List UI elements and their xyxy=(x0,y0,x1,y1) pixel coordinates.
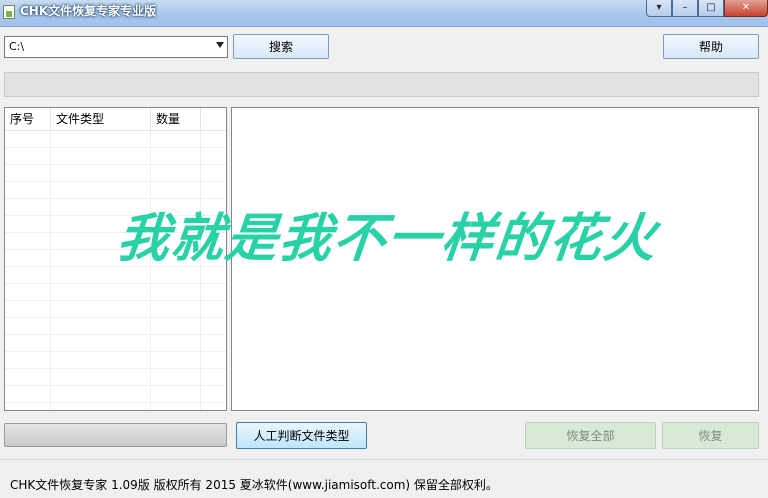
app-icon xyxy=(3,5,15,19)
status-bar: CHK文件恢复专家 1.09版 版权所有 2015 夏冰软件(www.jiami… xyxy=(0,459,768,498)
window-title: CHK文件恢复专家专业版 xyxy=(20,4,157,18)
column-header-index[interactable]: 序号 xyxy=(5,108,51,130)
maximize-button[interactable]: □ xyxy=(698,0,724,17)
copyright-text: CHK文件恢复专家 1.09版 版权所有 2015 夏冰软件(www.jiami… xyxy=(10,478,498,492)
window-controls: ▾ – □ ✕ xyxy=(646,0,768,19)
manual-file-type-button[interactable]: 人工判断文件类型 xyxy=(236,422,367,449)
minimize-button[interactable]: – xyxy=(672,0,698,17)
progress-bar xyxy=(4,423,227,447)
column-header-count[interactable]: 数量 xyxy=(151,108,201,130)
title-bar: CHK文件恢复专家专业版 ▾ – □ ✕ xyxy=(0,0,768,27)
watermark-overlay: 我就是我不一样的花火 xyxy=(114,209,661,269)
list-header: 序号 文件类型 数量 xyxy=(5,108,226,131)
drive-select[interactable]: C:\ xyxy=(4,36,228,58)
path-display xyxy=(4,72,759,97)
menu-dropdown-icon[interactable]: ▾ xyxy=(646,0,672,17)
drive-select-value: C:\ xyxy=(9,40,25,53)
help-button[interactable]: 帮助 xyxy=(663,34,759,59)
column-header-filler xyxy=(201,108,226,130)
recover-all-button[interactable]: 恢复全部 xyxy=(525,422,656,449)
column-header-file-type[interactable]: 文件类型 xyxy=(51,108,151,130)
chevron-down-icon[interactable] xyxy=(216,42,224,48)
search-button[interactable]: 搜索 xyxy=(233,34,329,59)
recover-button[interactable]: 恢复 xyxy=(662,422,759,449)
close-button[interactable]: ✕ xyxy=(724,0,768,17)
